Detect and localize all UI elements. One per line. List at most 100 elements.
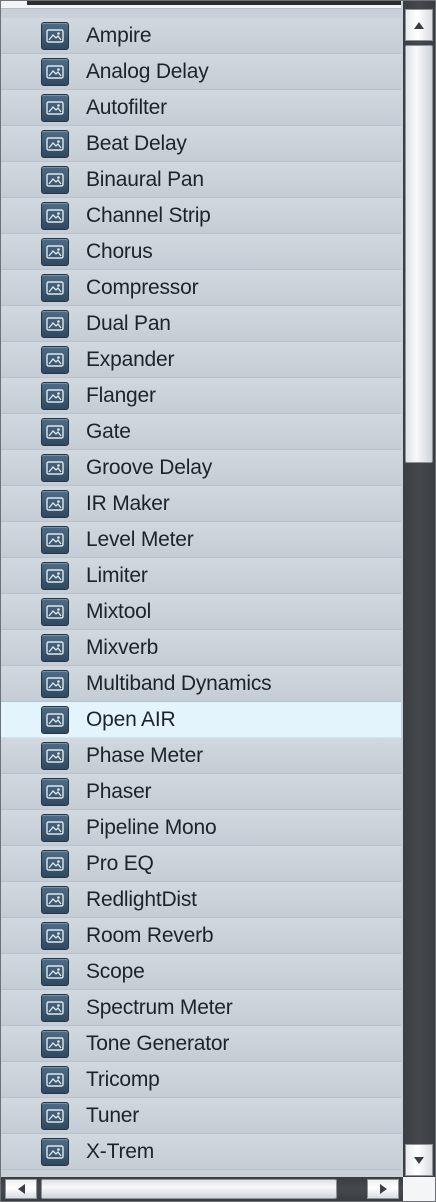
list-item[interactable]: Dual Pan [1, 306, 401, 342]
list-item[interactable]: Mixtool [1, 594, 401, 630]
list-item[interactable]: Ampire [1, 18, 401, 54]
plugin-icon [41, 921, 69, 950]
plugin-icon [41, 705, 69, 734]
plugin-icon [41, 309, 69, 338]
horizontal-scroll-thumb[interactable] [41, 1179, 337, 1199]
list-item-label: Pro EQ [86, 851, 154, 875]
list-top-dark-bar [27, 1, 401, 5]
list-item-label: Mixtool [86, 599, 152, 623]
scroll-up-button[interactable] [405, 9, 433, 41]
list-item-label: RedlightDist [86, 887, 197, 911]
plugin-icon [41, 1029, 69, 1058]
list-item[interactable]: Mixverb [1, 630, 401, 666]
list-item[interactable]: Limiter [1, 558, 401, 594]
list-item-label: Open AIR [86, 707, 176, 731]
list-item-label: Beat Delay [86, 131, 187, 155]
list-item-label: X-Trem [86, 1139, 155, 1163]
list-item-label: Phaser [86, 779, 152, 803]
plugin-icon [41, 129, 69, 158]
scroll-left-button[interactable] [5, 1179, 37, 1199]
plugin-icon [41, 777, 69, 806]
list-item-label: Multiband Dynamics [86, 671, 272, 695]
list-item-label: Phase Meter [86, 743, 203, 767]
vertical-scroll-thumb[interactable] [405, 45, 433, 463]
list-item[interactable]: Room Reverb [1, 918, 401, 954]
plugin-icon [41, 561, 69, 590]
plugin-icon [41, 1137, 69, 1166]
list-item-label: Compressor [86, 275, 199, 299]
list-item[interactable]: Tuner [1, 1098, 401, 1134]
list-item[interactable]: Autofilter [1, 90, 401, 126]
arrow-down-icon [414, 1156, 424, 1164]
plugin-icon [41, 201, 69, 230]
list-item-label: Chorus [86, 239, 153, 263]
list-item[interactable]: X-Trem [1, 1134, 401, 1170]
plugin-icon [41, 813, 69, 842]
list-item-label: Dual Pan [86, 311, 171, 335]
list-item[interactable]: Expander [1, 342, 401, 378]
plugin-icon [41, 381, 69, 410]
list-item[interactable]: Binaural Pan [1, 162, 401, 198]
list-item-label: Spectrum Meter [86, 995, 233, 1019]
plugin-icon [41, 345, 69, 374]
horizontal-scrollbar[interactable] [1, 1177, 403, 1201]
list-item[interactable]: Pro EQ [1, 846, 401, 882]
list-item[interactable]: Gate [1, 414, 401, 450]
list-item-label: Pipeline Mono [86, 815, 217, 839]
list-item-label: Gate [86, 419, 131, 443]
list-item-label: Expander [86, 347, 175, 371]
plugin-icon [41, 165, 69, 194]
list-item[interactable]: Compressor [1, 270, 401, 306]
list-item[interactable]: Level Meter [1, 522, 401, 558]
scroll-right-button[interactable] [367, 1179, 399, 1199]
list-item[interactable]: Chorus [1, 234, 401, 270]
list-item[interactable]: Open AIR [1, 702, 401, 738]
list-item-label: Mixverb [86, 635, 159, 659]
plugin-icon [41, 993, 69, 1022]
plugin-icon [41, 489, 69, 518]
plugin-icon [41, 633, 69, 662]
list-item[interactable]: Phase Meter [1, 738, 401, 774]
list-item[interactable]: Scope [1, 954, 401, 990]
list-item[interactable]: Tone Generator [1, 1026, 401, 1062]
arrow-left-icon [17, 1184, 25, 1194]
list-item[interactable]: IR Maker [1, 486, 401, 522]
plugin-icon [41, 849, 69, 878]
plugin-list[interactable]: Ampire Analog Delay Autofilter Beat Delay Bi… [1, 18, 401, 1170]
list-item-label: Room Reverb [86, 923, 214, 947]
plugin-icon [41, 417, 69, 446]
list-item-label: Tuner [86, 1103, 140, 1127]
plugin-icon [41, 1101, 69, 1130]
list-item-label: Tone Generator [86, 1031, 230, 1055]
list-item-label: Tricomp [86, 1067, 160, 1091]
list-item-label: Limiter [86, 563, 148, 587]
plugin-icon [41, 1065, 69, 1094]
list-item[interactable]: Groove Delay [1, 450, 401, 486]
list-item-label: Level Meter [86, 527, 194, 551]
plugin-icon [41, 885, 69, 914]
list-item[interactable]: Phaser [1, 774, 401, 810]
plugin-icon [41, 453, 69, 482]
list-item[interactable]: Pipeline Mono [1, 810, 401, 846]
plugin-icon [41, 669, 69, 698]
plugin-icon [41, 525, 69, 554]
list-item[interactable]: Spectrum Meter [1, 990, 401, 1026]
list-item[interactable]: Beat Delay [1, 126, 401, 162]
list-item[interactable]: Tricomp [1, 1062, 401, 1098]
list-item[interactable]: RedlightDist [1, 882, 401, 918]
list-item-label: Autofilter [86, 95, 167, 119]
list-item[interactable]: Multiband Dynamics [1, 666, 401, 702]
plugin-icon [41, 273, 69, 302]
vertical-scrollbar[interactable] [403, 1, 435, 1179]
list-item[interactable]: Analog Delay [1, 54, 401, 90]
list-item-label: Groove Delay [86, 455, 212, 479]
plugin-browser-panel: Ampire Analog Delay Autofilter Beat Delay Bi… [0, 0, 436, 1202]
list-item[interactable]: Channel Strip [1, 198, 401, 234]
scroll-down-button[interactable] [405, 1144, 433, 1176]
scrollbar-corner [403, 1177, 435, 1201]
list-item-label: Ampire [86, 23, 152, 47]
list-top-edge [1, 1, 401, 9]
list-item[interactable]: Flanger [1, 378, 401, 414]
plugin-icon [41, 93, 69, 122]
list-item-label: Analog Delay [86, 59, 209, 83]
